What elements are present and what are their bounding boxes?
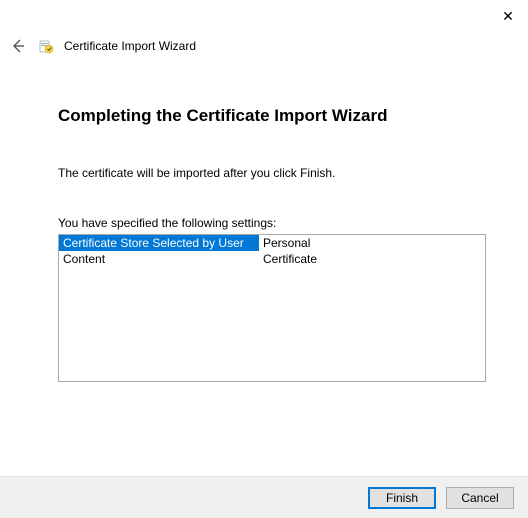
header-row: Certificate Import Wizard xyxy=(0,30,528,56)
window-title: Certificate Import Wizard xyxy=(64,39,196,53)
table-row[interactable]: Certificate Store Selected by UserPerson… xyxy=(59,235,485,251)
page-heading: Completing the Certificate Import Wizard xyxy=(58,106,486,126)
setting-value: Personal xyxy=(259,235,485,251)
settings-label: You have specified the following setting… xyxy=(58,216,486,230)
content-area: Completing the Certificate Import Wizard… xyxy=(0,56,528,382)
cancel-button[interactable]: Cancel xyxy=(446,487,514,509)
setting-value: Certificate xyxy=(259,251,485,267)
close-button[interactable]: ✕ xyxy=(496,6,520,26)
back-arrow-icon xyxy=(10,38,26,54)
back-button[interactable] xyxy=(8,36,28,56)
footer: Finish Cancel xyxy=(0,476,528,518)
info-text: The certificate will be imported after y… xyxy=(58,166,486,180)
setting-label: Content xyxy=(59,251,259,267)
setting-label: Certificate Store Selected by User xyxy=(59,235,259,251)
wizard-icon xyxy=(38,38,54,54)
settings-list[interactable]: Certificate Store Selected by UserPerson… xyxy=(58,234,486,382)
finish-button[interactable]: Finish xyxy=(368,487,436,509)
table-row[interactable]: ContentCertificate xyxy=(59,251,485,267)
close-icon: ✕ xyxy=(502,8,514,25)
title-bar: ✕ xyxy=(0,0,528,30)
